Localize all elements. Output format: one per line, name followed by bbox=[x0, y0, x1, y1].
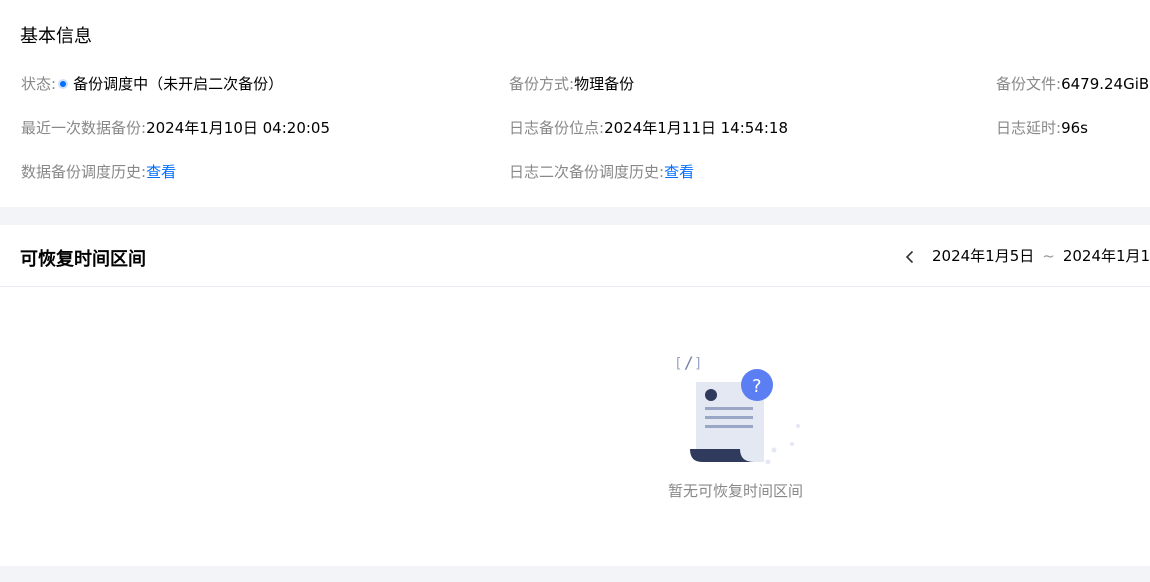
status-dot-icon bbox=[58, 78, 69, 89]
restore-range-card: 可恢复时间区间 2024年1月5日 ~2024年1月11日 [ / ] ? 暂无可… bbox=[0, 225, 1150, 566]
log-point-field: 日志备份位点:2024年1月11日 14:54:18 bbox=[509, 118, 788, 138]
last-backup-field: 最近一次数据备份:2024年1月10日 04:20:05 bbox=[21, 118, 330, 138]
last-backup-label: 最近一次数据备份: bbox=[21, 119, 147, 137]
date-range-navigator: 2024年1月5日 ~2024年1月11日 bbox=[900, 246, 1150, 267]
backup-method-field: 备份方式:物理备份 bbox=[509, 74, 634, 94]
chevron-left-icon[interactable] bbox=[900, 247, 920, 267]
empty-document-question-icon: [ / ] ? bbox=[674, 353, 800, 465]
backup-file-value: 6479.24GiB bbox=[1061, 75, 1150, 93]
restore-header-divider bbox=[0, 286, 1150, 287]
backup-file-label: 备份文件: bbox=[996, 75, 1062, 93]
log-point-label: 日志备份位点: bbox=[509, 119, 605, 137]
log-delay-label: 日志延时: bbox=[996, 119, 1062, 137]
empty-state-text: 暂无可恢复时间区间 bbox=[668, 482, 804, 500]
svg-text:?: ? bbox=[752, 376, 762, 397]
log-delay-value: 96s bbox=[1061, 119, 1088, 137]
svg-text:]: ] bbox=[694, 356, 702, 372]
svg-text:/: / bbox=[684, 353, 694, 372]
data-history-label: 数据备份调度历史: bbox=[21, 163, 147, 181]
svg-text:[: [ bbox=[674, 356, 682, 372]
basic-info-card: 基本信息 状态: 备份调度中（未开启二次备份） 备份方式:物理备份 备份文件:64… bbox=[0, 0, 1150, 207]
last-backup-value: 2024年1月10日 04:20:05 bbox=[146, 119, 331, 137]
log-delay-field: 日志延时:96s bbox=[996, 118, 1088, 138]
restore-range-title: 可恢复时间区间 bbox=[20, 249, 146, 270]
log-history-view-link[interactable]: 查看 bbox=[664, 163, 694, 181]
empty-state: [ / ] ? 暂无可恢复时间区间 bbox=[668, 350, 808, 500]
status-label: 状态: bbox=[21, 75, 57, 93]
basic-info-title: 基本信息 bbox=[20, 26, 92, 47]
data-history-view-link[interactable]: 查看 bbox=[146, 163, 176, 181]
status-value: 备份调度中（未开启二次备份） bbox=[73, 75, 284, 93]
backup-method-label: 备份方式: bbox=[509, 75, 575, 93]
log-history-label: 日志二次备份调度历史: bbox=[509, 163, 665, 181]
data-history-field: 数据备份调度历史:查看 bbox=[21, 162, 176, 182]
log-point-value: 2024年1月11日 14:54:18 bbox=[604, 119, 789, 137]
date-range-start[interactable]: 2024年1月5日 bbox=[932, 247, 1034, 265]
date-range-separator: ~ bbox=[1042, 247, 1055, 265]
status-field: 状态: 备份调度中（未开启二次备份） bbox=[21, 74, 283, 94]
backup-method-value: 物理备份 bbox=[574, 75, 635, 93]
date-range-end[interactable]: 2024年1月11日 bbox=[1063, 247, 1150, 265]
backup-file-field: 备份文件:6479.24GiB bbox=[996, 74, 1149, 94]
log-history-field: 日志二次备份调度历史:查看 bbox=[509, 162, 694, 182]
